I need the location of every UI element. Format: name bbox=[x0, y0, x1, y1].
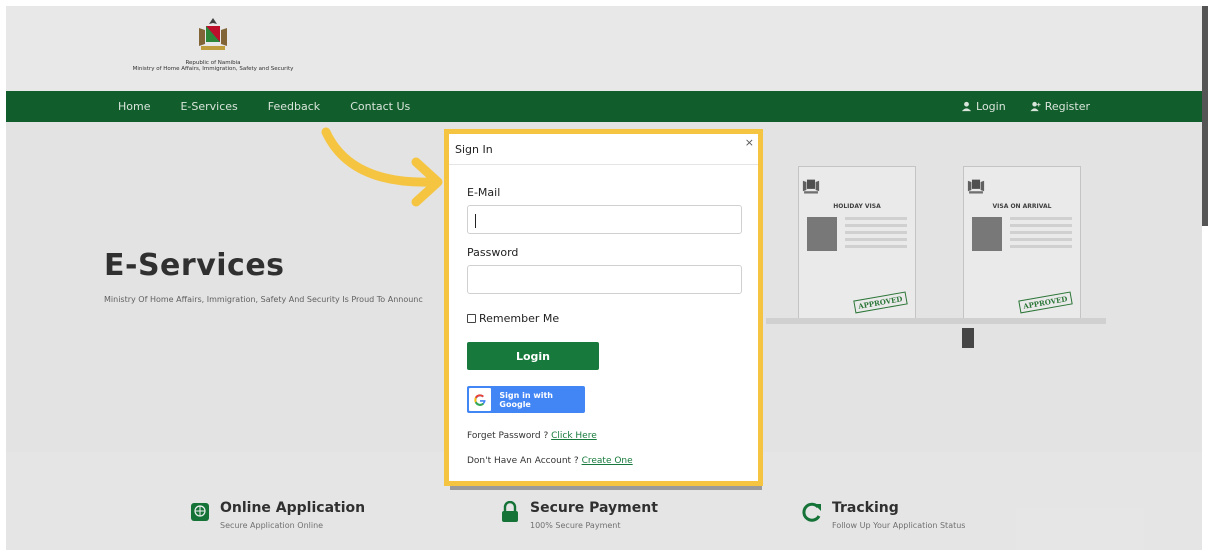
password-field[interactable] bbox=[467, 265, 742, 294]
close-icon[interactable]: × bbox=[745, 136, 754, 149]
google-sign-in-button[interactable]: Sign in with Google bbox=[467, 386, 585, 413]
email-field[interactable] bbox=[467, 205, 742, 234]
create-one-link[interactable]: Create One bbox=[582, 456, 633, 466]
forget-password-text: Forget Password ? bbox=[467, 431, 552, 441]
arrow-annotation-icon bbox=[321, 127, 443, 207]
page-scrollbar[interactable] bbox=[1202, 0, 1208, 550]
sign-in-modal: Sign In × E-Mail Password Remember Me Lo… bbox=[444, 129, 763, 486]
remember-me-label: Remember Me bbox=[479, 312, 560, 325]
password-label: Password bbox=[467, 246, 519, 259]
remember-me-checkbox[interactable] bbox=[467, 314, 476, 323]
login-button[interactable]: Login bbox=[467, 342, 599, 370]
forget-password-line: Forget Password ? Click Here bbox=[467, 431, 597, 441]
text-cursor bbox=[475, 214, 476, 228]
google-icon bbox=[469, 388, 492, 411]
email-label: E-Mail bbox=[467, 186, 501, 199]
modal-header: Sign In × bbox=[449, 134, 758, 165]
create-account-line: Don't Have An Account ? Create One bbox=[467, 456, 633, 466]
click-here-link[interactable]: Click Here bbox=[551, 431, 597, 441]
remember-me[interactable]: Remember Me bbox=[467, 312, 559, 325]
scrollbar-thumb[interactable] bbox=[1202, 6, 1208, 226]
create-account-text: Don't Have An Account ? bbox=[467, 456, 582, 466]
modal-title: Sign In bbox=[455, 143, 493, 156]
google-sign-in-label: Sign in with Google bbox=[499, 390, 553, 409]
